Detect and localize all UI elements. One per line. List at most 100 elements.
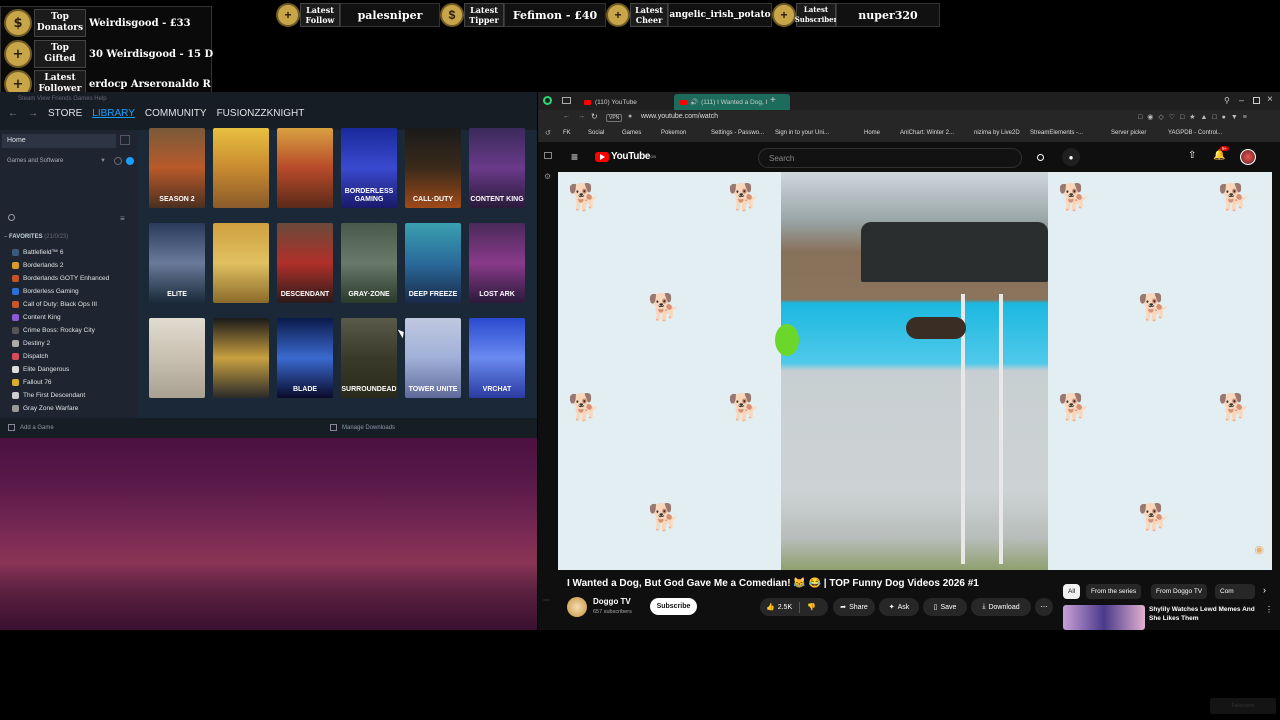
game-tile[interactable]: LOST ARK bbox=[469, 223, 525, 303]
game-tile[interactable]: BLADE bbox=[277, 318, 333, 398]
game-tile[interactable] bbox=[213, 223, 269, 303]
add-game-button[interactable]: Add a Game bbox=[20, 425, 54, 431]
bookmark-item[interactable]: Server picker bbox=[1111, 130, 1146, 136]
game-list-item[interactable]: Destiny 2 bbox=[12, 337, 136, 350]
game-tile[interactable]: BORDERLESS GAMING bbox=[341, 128, 397, 208]
url-input[interactable]: www.youtube.com/watch bbox=[641, 113, 718, 120]
video-player[interactable]: 🐕 🐕 🐕 🐕 🐕 🐕 🐕 🐕 🐕 🐕 🐕 🐕 ◉ bbox=[558, 172, 1272, 570]
library-filter-dropdown[interactable]: Games and Software bbox=[2, 156, 114, 168]
nav-library[interactable]: LIBRARY bbox=[92, 108, 135, 119]
bookmark-item[interactable]: nizima by Live2D bbox=[974, 130, 1020, 136]
chevron-down-icon[interactable]: ▼ bbox=[100, 158, 106, 164]
nav-community[interactable]: COMMUNITY bbox=[145, 108, 207, 119]
youtube-logo[interactable]: YouTube GB bbox=[595, 151, 656, 162]
bookmark-item[interactable]: Pokemon bbox=[661, 130, 686, 136]
microphone-icon[interactable]: ● bbox=[1062, 148, 1080, 166]
bookmark-item[interactable]: Settings - Passwo... bbox=[711, 130, 764, 136]
video-corner-icon[interactable]: ◉ bbox=[1254, 543, 1264, 556]
sidebar-panel-icon[interactable] bbox=[544, 152, 552, 159]
search-tabs-icon[interactable]: ⚲ bbox=[1224, 96, 1230, 105]
play-filter-icon[interactable] bbox=[126, 157, 134, 165]
game-list-item[interactable]: Content King bbox=[12, 311, 136, 324]
forward-icon[interactable]: → bbox=[578, 113, 585, 120]
chip-from-channel[interactable]: From Doggo TV bbox=[1151, 584, 1208, 599]
back-icon[interactable]: ← bbox=[563, 113, 570, 120]
bookmark-item[interactable]: FK bbox=[563, 130, 571, 136]
notifications-icon[interactable]: 🔔 bbox=[1213, 150, 1225, 161]
upload-icon[interactable]: ⇧ bbox=[1188, 150, 1196, 161]
game-tile[interactable]: DESCENDANT bbox=[277, 223, 333, 303]
nav-store[interactable]: STORE bbox=[48, 108, 82, 119]
settings-icon[interactable]: ⚙ bbox=[544, 172, 551, 181]
bookmark-item[interactable]: StreamElements -... bbox=[1030, 130, 1083, 136]
game-list-item[interactable]: Dispatch bbox=[12, 350, 136, 363]
game-list-item[interactable]: Crime Boss: Rockay City bbox=[12, 324, 136, 337]
bookmark-item[interactable]: AniChart: Winter 2... bbox=[900, 130, 954, 136]
like-count[interactable]: 2.5K bbox=[778, 604, 792, 611]
game-tile[interactable]: ELITE bbox=[149, 223, 205, 303]
game-list-item[interactable]: Fallout 76 bbox=[12, 376, 136, 389]
extensions-icons[interactable]: □◉◇♡□★▲□●▼≡ bbox=[1138, 113, 1252, 121]
game-tile[interactable]: SEASON 2 bbox=[149, 128, 205, 208]
chip-all[interactable]: All bbox=[1063, 584, 1081, 599]
favorites-header[interactable]: – FAVORITES (21/0/23) bbox=[4, 234, 68, 240]
thumbs-down-icon[interactable]: 👎 bbox=[807, 603, 816, 611]
game-tile[interactable]: GRAY·ZONE bbox=[341, 223, 397, 303]
game-tile[interactable]: SURROUNDEAD bbox=[341, 318, 397, 398]
game-tile[interactable]: CALL·DUTY bbox=[405, 128, 461, 208]
maximize-icon[interactable] bbox=[1253, 97, 1260, 104]
filter-icon[interactable]: ≡ bbox=[120, 214, 125, 223]
ask-button[interactable]: ✦ Ask bbox=[879, 598, 919, 616]
forward-arrow-icon[interactable]: → bbox=[28, 108, 38, 119]
search-icon[interactable] bbox=[8, 214, 15, 221]
game-tile[interactable] bbox=[149, 318, 205, 398]
bookmark-item[interactable]: Home bbox=[864, 130, 880, 136]
back-arrow-icon[interactable]: ← bbox=[8, 108, 18, 119]
game-tile[interactable]: VRCHAT bbox=[469, 318, 525, 398]
game-list-item[interactable]: Gray Zone Warfare bbox=[12, 402, 136, 415]
game-list-item[interactable]: Battlefield™ 6 bbox=[12, 246, 136, 259]
game-tile[interactable]: TOWER UNITE bbox=[405, 318, 461, 398]
channel-avatar[interactable] bbox=[567, 597, 587, 617]
recommended-video[interactable]: Shylily Watches Lewd Memes And She Likes… bbox=[1063, 605, 1273, 630]
game-tile[interactable]: DEEP FREEZE bbox=[405, 223, 461, 303]
game-list-item[interactable]: Borderlands GOTY Enhanced bbox=[12, 272, 136, 285]
download-button[interactable]: ⤓ Download bbox=[971, 598, 1031, 616]
search-icon[interactable] bbox=[1032, 149, 1048, 165]
avatar[interactable] bbox=[1240, 149, 1256, 165]
vpn-badge[interactable]: VPN bbox=[606, 114, 623, 122]
minimize-icon[interactable]: – bbox=[1239, 95, 1244, 105]
game-list-item[interactable]: The First Descendant bbox=[12, 389, 136, 402]
bookmark-item[interactable]: Games bbox=[622, 130, 641, 136]
game-list-item[interactable]: Elite Dangerous bbox=[12, 363, 136, 376]
grid-view-icon[interactable] bbox=[120, 135, 130, 145]
audio-icon[interactable]: 🔊 bbox=[690, 98, 698, 106]
thumbs-up-icon[interactable]: 👍 bbox=[766, 603, 775, 611]
game-list-item[interactable]: Borderlands 2 bbox=[12, 259, 136, 272]
chip-from-series[interactable]: From the series bbox=[1086, 584, 1142, 599]
add-game-icon[interactable] bbox=[8, 424, 15, 431]
menu-icon[interactable]: ≡ bbox=[571, 150, 578, 164]
game-list-item[interactable]: Borderless Gaming bbox=[12, 285, 136, 298]
search-input[interactable]: Search bbox=[758, 148, 1022, 168]
downloads-icon[interactable] bbox=[330, 424, 337, 431]
tab-youtube-home[interactable]: (110) YouTube bbox=[578, 94, 672, 110]
sidebar-more-icon[interactable]: ⋯ bbox=[543, 597, 549, 604]
bookmark-item[interactable]: Social bbox=[588, 130, 604, 136]
game-tile[interactable] bbox=[277, 128, 333, 208]
game-tile[interactable]: CONTENT KING bbox=[469, 128, 525, 208]
game-tile[interactable] bbox=[213, 318, 269, 398]
channel-name[interactable]: Doggo TV bbox=[593, 597, 631, 606]
history-icon[interactable]: ↺ bbox=[545, 129, 551, 137]
reload-icon[interactable]: ↻ bbox=[591, 112, 598, 121]
mail-icon[interactable] bbox=[562, 97, 571, 104]
manage-downloads-button[interactable]: Manage Downloads bbox=[342, 425, 395, 431]
close-icon[interactable]: × bbox=[1267, 94, 1273, 105]
share-button[interactable]: ➦ Share bbox=[833, 598, 875, 616]
steam-menu-bar[interactable]: Steam View Friends Games Help bbox=[18, 96, 107, 102]
game-tile[interactable] bbox=[213, 128, 269, 208]
game-list-item[interactable]: Call of Duty: Black Ops III bbox=[12, 298, 136, 311]
more-actions-icon[interactable]: ⋯ bbox=[1035, 598, 1053, 616]
rec-more-icon[interactable]: ⋮ bbox=[1265, 605, 1273, 614]
library-home[interactable]: Home bbox=[2, 134, 116, 148]
